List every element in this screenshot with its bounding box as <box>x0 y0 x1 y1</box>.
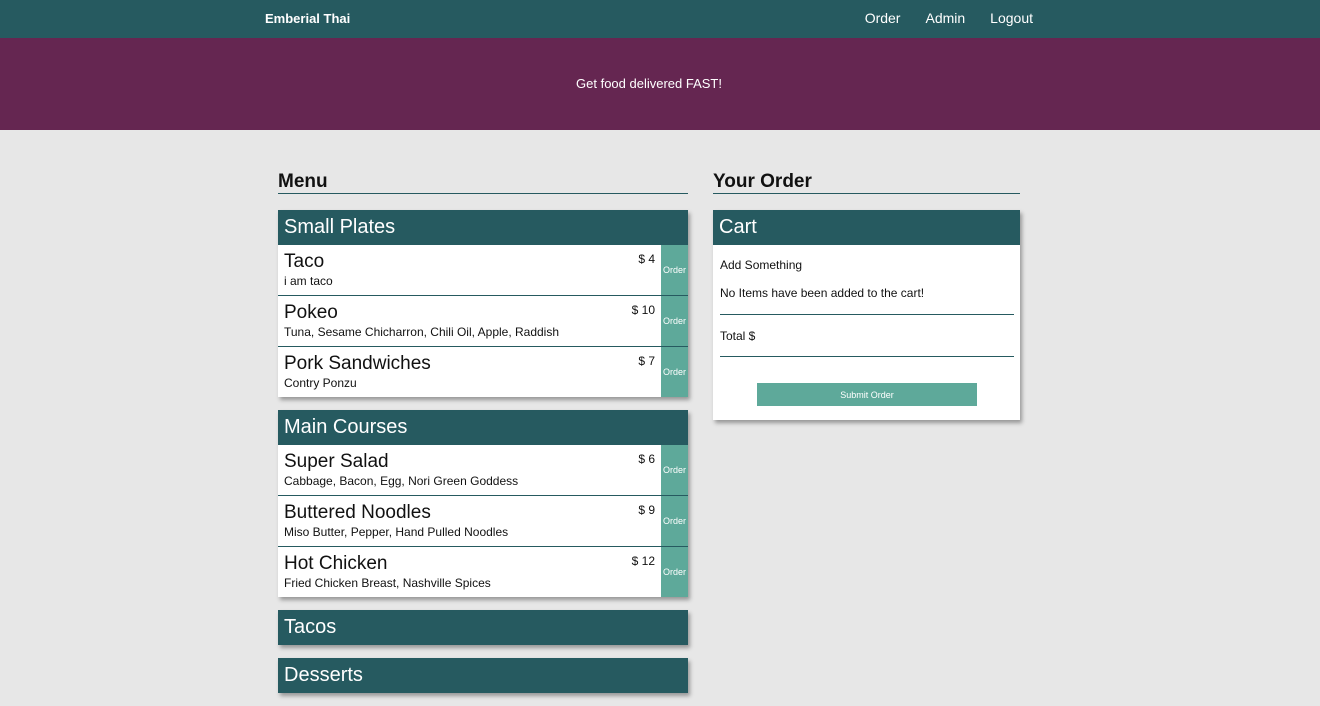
hero-banner: Get food delivered FAST! <box>0 38 1320 130</box>
menu-item: Buttered Noodles Miso Butter, Pepper, Ha… <box>278 496 688 547</box>
order-button[interactable]: Order <box>661 445 688 495</box>
menu-item-description: Contry Ponzu <box>284 376 357 390</box>
cart-card: Cart Add Something No Items have been ad… <box>713 210 1020 420</box>
menu-item-info: Pork Sandwiches Contry Ponzu $ 7 <box>278 347 661 397</box>
menu-item-info: Taco i am taco $ 4 <box>278 245 661 295</box>
menu-title: Menu <box>278 172 688 194</box>
cart-add-prompt: Add Something <box>720 258 803 272</box>
order-column: Your Order Cart Add Something No Items h… <box>713 172 1020 433</box>
nav-link-admin[interactable]: Admin <box>925 10 965 26</box>
cart-total: Total $ <box>720 329 756 343</box>
menu-item-info: Buttered Noodles Miso Butter, Pepper, Ha… <box>278 496 661 546</box>
menu-item-name: Super Salad <box>284 451 389 472</box>
menu-item: Pork Sandwiches Contry Ponzu $ 7 Order <box>278 347 688 397</box>
menu-item-price: $ 12 <box>631 554 655 568</box>
category-header[interactable]: Main Courses <box>278 410 688 445</box>
menu-item-description: Cabbage, Bacon, Egg, Nori Green Goddess <box>284 474 519 488</box>
menu-category-main-courses: Main Courses Super Salad Cabbage, Bacon,… <box>278 410 688 597</box>
divider <box>720 356 1014 357</box>
menu-item-info: Hot Chicken Fried Chicken Breast, Nashvi… <box>278 547 661 597</box>
menu-item-name: Buttered Noodles <box>284 502 431 523</box>
hero-tagline: Get food delivered FAST! <box>576 76 722 91</box>
cart-header: Cart <box>713 210 1020 245</box>
nav-link-order[interactable]: Order <box>865 10 901 26</box>
order-button[interactable]: Order <box>661 347 688 397</box>
top-navbar: Emberial Thai Order Admin Logout <box>0 0 1320 38</box>
menu-item: Pokeo Tuna, Sesame Chicharron, Chili Oil… <box>278 296 688 347</box>
menu-item-name: Pokeo <box>284 302 338 323</box>
menu-item: Hot Chicken Fried Chicken Breast, Nashvi… <box>278 547 688 597</box>
category-header[interactable]: Tacos <box>278 610 688 645</box>
order-title: Your Order <box>713 172 1020 194</box>
order-button[interactable]: Order <box>661 547 688 597</box>
menu-item: Super Salad Cabbage, Bacon, Egg, Nori Gr… <box>278 445 688 496</box>
menu-item-price: $ 7 <box>638 354 655 368</box>
menu-item-info: Super Salad Cabbage, Bacon, Egg, Nori Gr… <box>278 445 661 495</box>
menu-item-description: Miso Butter, Pepper, Hand Pulled Noodles <box>284 525 509 539</box>
menu-item-name: Pork Sandwiches <box>284 353 431 374</box>
menu-item-price: $ 10 <box>631 303 655 317</box>
submit-order-button[interactable]: Submit Order <box>757 383 977 406</box>
menu-item: Taco i am taco $ 4 Order <box>278 245 688 296</box>
menu-column: Menu Small Plates Taco i am taco $ 4 Ord… <box>278 172 688 706</box>
category-header[interactable]: Small Plates <box>278 210 688 245</box>
nav-link-logout[interactable]: Logout <box>990 10 1033 26</box>
nav-links: Order Admin Logout <box>865 10 1033 26</box>
order-button[interactable]: Order <box>661 245 688 295</box>
menu-category-tacos: Tacos <box>278 610 688 645</box>
menu-item-price: $ 4 <box>638 252 655 266</box>
menu-item-info: Pokeo Tuna, Sesame Chicharron, Chili Oil… <box>278 296 661 346</box>
menu-category-desserts: Desserts <box>278 658 688 693</box>
cart-body: Add Something No Items have been added t… <box>713 245 1020 420</box>
order-button[interactable]: Order <box>661 296 688 346</box>
menu-item-price: $ 9 <box>638 503 655 517</box>
menu-item-description: Tuna, Sesame Chicharron, Chili Oil, Appl… <box>284 325 560 339</box>
menu-item-price: $ 6 <box>638 452 655 466</box>
category-header[interactable]: Desserts <box>278 658 688 693</box>
menu-item-name: Taco <box>284 251 325 272</box>
menu-item-name: Hot Chicken <box>284 553 388 574</box>
menu-item-description: Fried Chicken Breast, Nashville Spices <box>284 576 491 590</box>
menu-item-description: i am taco <box>284 274 333 288</box>
cart-empty-message: No Items have been added to the cart! <box>720 286 925 300</box>
brand-logo[interactable]: Emberial Thai <box>265 11 350 26</box>
order-button[interactable]: Order <box>661 496 688 546</box>
menu-category-small-plates: Small Plates Taco i am taco $ 4 Order Po… <box>278 210 688 397</box>
